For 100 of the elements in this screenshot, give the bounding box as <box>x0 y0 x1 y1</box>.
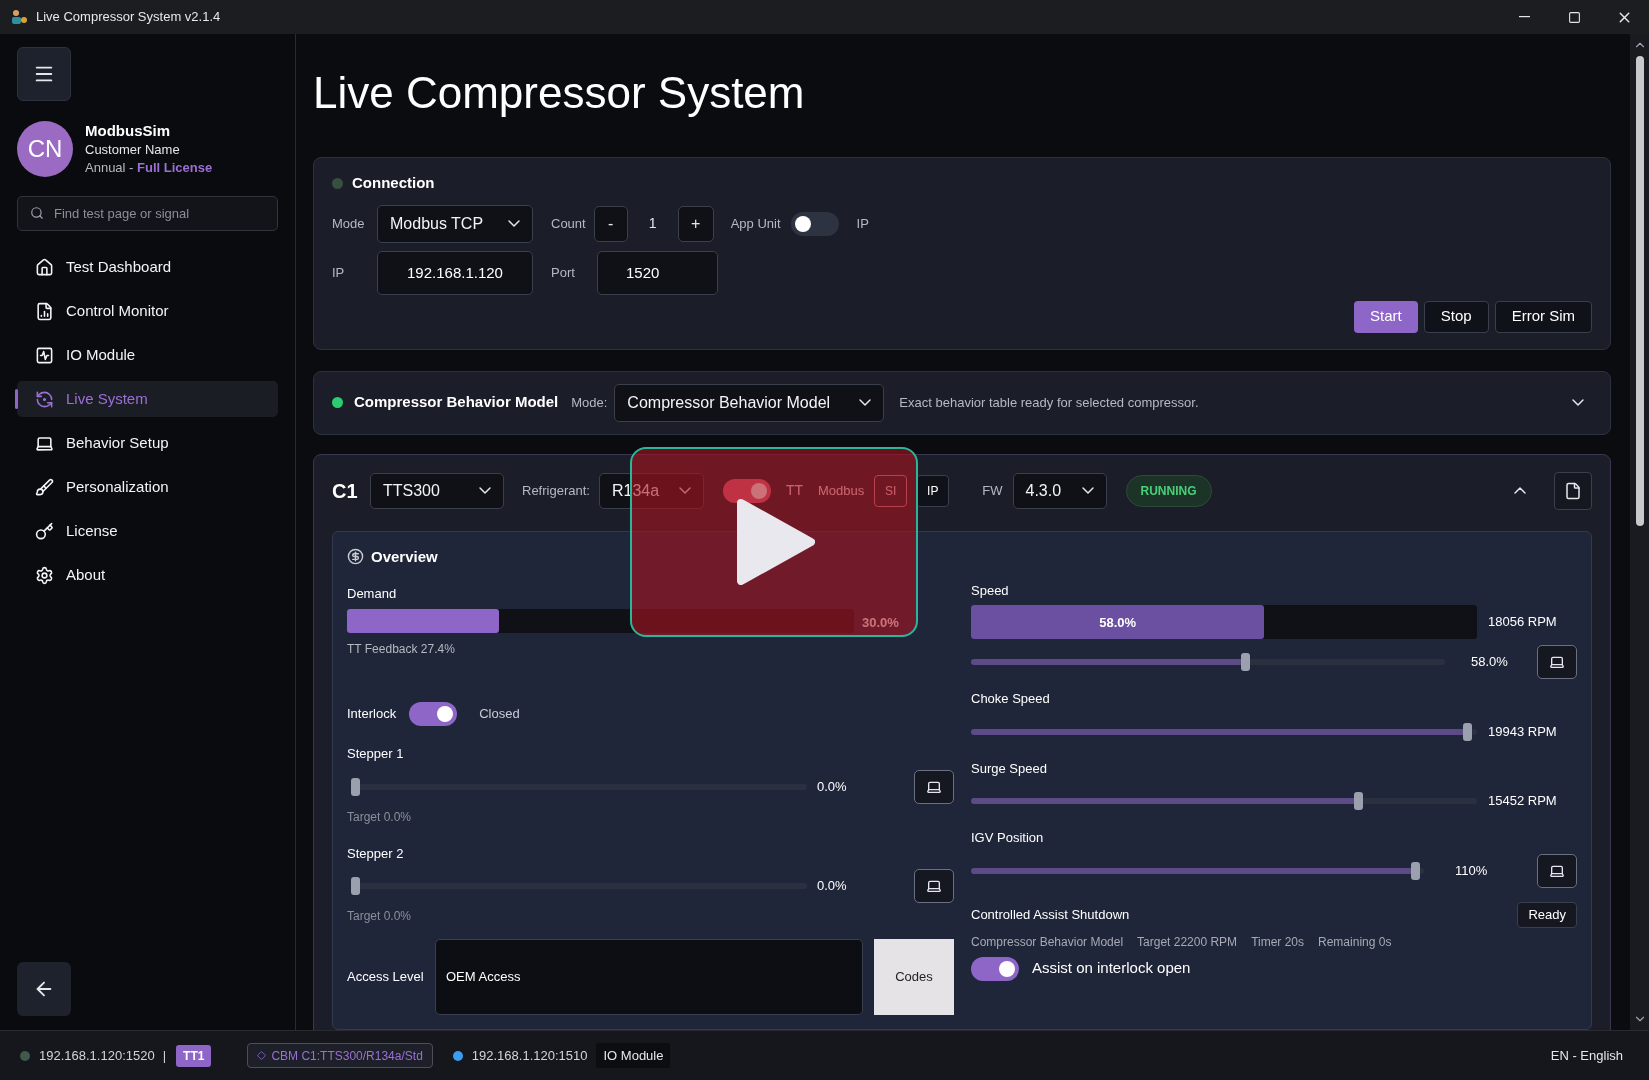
nav-item[interactable]: Behavior Setup <box>17 425 278 461</box>
nav-item[interactable]: Personalization <box>17 469 278 505</box>
slider-track <box>1419 867 1424 874</box>
slider-thumb[interactable] <box>1463 722 1472 741</box>
mode-label: TT <box>785 481 804 500</box>
slider-thumb[interactable] <box>351 877 360 895</box>
compressor-name: C1 <box>332 478 359 504</box>
laptop-icon <box>1549 654 1565 670</box>
decrement-button[interactable]: - <box>593 205 628 242</box>
slider-thumb[interactable] <box>1353 792 1363 810</box>
chevron-down-icon <box>1572 399 1584 406</box>
search-field[interactable]: Find test page or signal <box>17 196 278 231</box>
language-text: EN - English <box>1550 1046 1623 1065</box>
ip-field[interactable]: 192.168.1.120 <box>377 250 533 295</box>
address-text: 192.168.1.120:1520 <box>39 1046 155 1065</box>
interlock-state: Closed <box>479 705 520 724</box>
chart-file-icon <box>35 301 54 321</box>
field-label: App Unit <box>730 214 781 233</box>
action-button[interactable]: Error Sim <box>1494 300 1592 333</box>
toggle-switch[interactable] <box>971 956 1019 981</box>
access-level-field[interactable]: OEM Access <box>435 939 863 1015</box>
target-text: Target 0.0% <box>347 808 413 826</box>
nav-item[interactable]: Test Dashboard <box>17 249 278 285</box>
rpm-reading: 18056 RPM <box>1488 613 1557 632</box>
slider-thumb[interactable] <box>1410 861 1420 880</box>
scrollbar-thumb[interactable] <box>1635 56 1644 526</box>
slider-label: Stepper 2 <box>347 844 405 863</box>
chevron-down-icon <box>678 487 691 494</box>
slider-thumb[interactable] <box>1240 653 1250 671</box>
action-button[interactable]: Start <box>1354 300 1418 333</box>
dropdown-value: Compressor Behavior Model <box>627 392 831 413</box>
nav-item[interactable]: License <box>17 513 278 549</box>
document-icon <box>1564 481 1582 500</box>
license-text: Annual - Full License <box>85 159 213 177</box>
field-label: IP <box>332 263 346 282</box>
slider-reading: 0.0% <box>817 877 848 896</box>
nav-item[interactable]: Live System <box>17 381 278 417</box>
codes-button[interactable]: Codes <box>874 939 954 1015</box>
field-label: FW <box>982 481 1003 500</box>
slider[interactable] <box>351 877 807 895</box>
section-title: Controlled Assist Shutdown <box>971 905 1130 924</box>
increment-button[interactable]: + <box>677 205 714 242</box>
monitor-button[interactable] <box>1537 853 1577 888</box>
field-label: Mode: <box>571 393 608 412</box>
app-logo-icon <box>10 8 28 26</box>
house-icon <box>35 257 54 277</box>
window-title: Live Compressor System v2.1.4 <box>36 8 221 27</box>
monitor-button[interactable] <box>914 869 954 903</box>
scrollbar[interactable] <box>1630 34 1649 1030</box>
section-title: Overview <box>371 546 438 567</box>
unit-button[interactable]: IP <box>916 474 950 507</box>
slider-track <box>1472 728 1477 735</box>
detail-text: Compressor Behavior Model <box>971 933 1124 951</box>
port-field[interactable]: 1520 <box>597 250 718 295</box>
address-text: 192.168.1.120:1510 <box>471 1046 588 1065</box>
slider-label: IGV Position <box>971 829 1045 847</box>
avatar: CN <box>17 121 73 177</box>
slider[interactable] <box>971 792 1477 810</box>
slider-thumb[interactable] <box>351 777 360 796</box>
feedback-text: TT Feedback 27.4% <box>347 641 456 658</box>
slider-reading: 0.0% <box>817 777 848 796</box>
nav-item[interactable]: IO Module <box>17 337 278 373</box>
monitor-button[interactable] <box>1537 645 1577 679</box>
slider[interactable] <box>351 777 807 796</box>
collapse-button[interactable] <box>1514 487 1526 494</box>
dropdown[interactable]: Compressor Behavior Model <box>614 383 885 422</box>
detail-text: Target 22200 RPM <box>1137 933 1238 951</box>
nav-item[interactable]: About <box>17 557 278 593</box>
status-badge: RUNNING <box>1125 474 1212 507</box>
menu-button[interactable] <box>17 47 71 101</box>
dropdown-value: TTS300 <box>383 480 440 501</box>
slider-label: Choke Speed <box>971 690 1051 708</box>
meter-reading: 30.0% <box>862 613 899 632</box>
dropdown-value: Modbus TCP <box>390 213 484 234</box>
toggle-switch[interactable] <box>790 211 839 236</box>
back-button[interactable] <box>17 962 71 1016</box>
nav-item[interactable]: Control Monitor <box>17 293 278 329</box>
slider[interactable] <box>971 722 1477 741</box>
toggle-label: Assist on interlock open <box>1032 958 1191 979</box>
slider-label: Surge Speed <box>971 759 1048 778</box>
detail-text: Remaining 0s <box>1318 933 1392 951</box>
connection-badge: TT1 <box>176 1044 212 1067</box>
slider[interactable] <box>971 653 1445 671</box>
expand-button[interactable] <box>1572 399 1584 406</box>
dropdown[interactable]: TTS300 <box>370 472 504 509</box>
slider-reading: 110% <box>1455 861 1488 880</box>
document-button[interactable] <box>1554 471 1592 510</box>
toggle-switch[interactable] <box>409 702 458 726</box>
monitor-button[interactable] <box>914 769 954 804</box>
action-button[interactable]: Stop <box>1423 300 1489 333</box>
status-note: Exact behavior table ready for selected compressor. <box>899 393 1199 412</box>
target-text: Target 0.0% <box>347 908 413 925</box>
refresh-icon <box>35 389 54 409</box>
laptop-icon <box>926 878 942 894</box>
activity-icon <box>35 345 54 365</box>
dropdown[interactable]: 4.3.0 <box>1012 472 1107 509</box>
field-label: Interlock <box>347 705 397 724</box>
dropdown[interactable]: Modbus TCP <box>377 204 533 243</box>
brush-icon <box>35 477 54 497</box>
slider[interactable] <box>971 861 1424 880</box>
